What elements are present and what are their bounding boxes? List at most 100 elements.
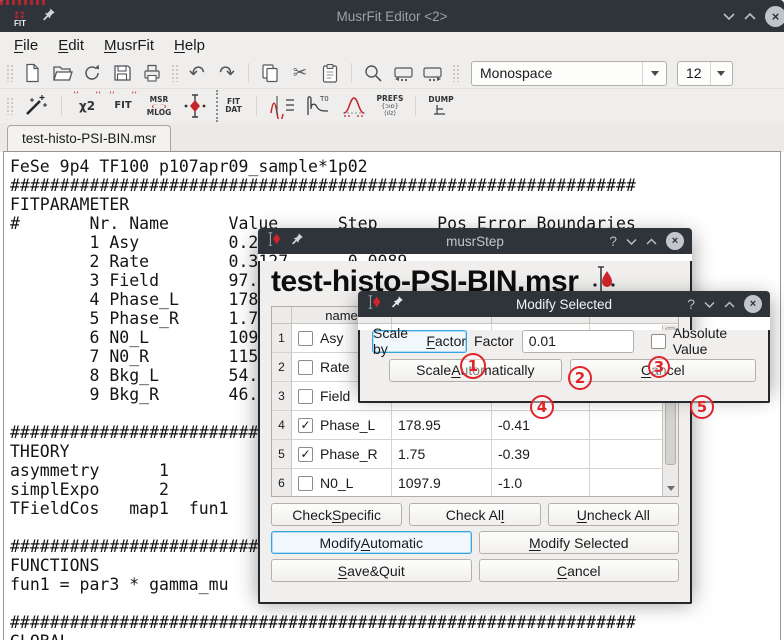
row-checkbox[interactable] <box>298 331 313 346</box>
toolbar-separator <box>248 63 249 83</box>
annotation-circle-4: 4 <box>530 395 554 419</box>
window-title: MusrFit Editor <2> <box>0 9 784 24</box>
save-icon[interactable] <box>109 60 135 86</box>
toolbar-handle[interactable] <box>6 97 13 115</box>
editor-tabbar: test-histo-PSI-BIN.msr <box>0 123 784 152</box>
pin-icon[interactable] <box>291 232 304 250</box>
scroll-down-icon[interactable] <box>663 481 678 496</box>
fourier-peak-icon[interactable] <box>339 90 369 122</box>
dump-icon[interactable]: DUMP <box>426 90 456 122</box>
param-name: N0_L <box>320 475 353 491</box>
font-size-select[interactable]: 12 <box>677 61 733 86</box>
musrt0-plot-icon[interactable]: T0 <box>303 90 333 122</box>
reload-icon[interactable] <box>79 60 105 86</box>
prefs-glyph2: ⟨ılz⟩ <box>384 110 396 117</box>
copy-icon[interactable] <box>257 60 283 86</box>
cancel-button[interactable]: Cancel <box>479 559 680 582</box>
find-next-icon[interactable] <box>390 60 416 86</box>
param-value: 1.75 <box>392 440 492 468</box>
modify-automatic-button[interactable]: Modify Automatic <box>271 531 472 554</box>
row-checkbox[interactable] <box>298 360 313 375</box>
fit-label: FIT <box>114 101 131 111</box>
close-icon[interactable]: × <box>744 295 762 313</box>
param-step: -1.0 <box>492 469 590 497</box>
modify-titlebar: Modify Selected ? × <box>358 291 770 317</box>
musrstep-titlebar: musrStep ? × <box>258 228 692 254</box>
musrfit-toolbar: ’’’’ χ2 ’’’’ FIT MSR MLOG FIT DAT T0 <box>0 88 784 123</box>
font-size-value: 12 <box>678 65 710 81</box>
table-row[interactable]: 5 ✓ Phase_R 1.75 -0.39 <box>272 440 678 469</box>
close-icon[interactable]: × <box>666 232 684 250</box>
msr-mlog-swap-icon[interactable]: MSR MLOG <box>144 90 174 122</box>
fit-dat-icon[interactable]: FIT DAT <box>216 90 246 122</box>
mlog-label: MLOG <box>147 109 172 117</box>
uncheck-all-button[interactable]: Uncheck All <box>548 503 679 526</box>
close-icon[interactable]: × <box>765 6 784 27</box>
search-icon[interactable] <box>360 60 386 86</box>
musrt0-icon[interactable] <box>180 90 210 122</box>
maximize-icon[interactable] <box>744 12 756 20</box>
param-step: -0.39 <box>492 440 590 468</box>
prefs-icon[interactable]: PREFS {ɔıɒ} ⟨ılz⟩ <box>375 90 405 122</box>
chevron-down-icon[interactable] <box>710 62 732 85</box>
row-number: 2 <box>272 353 292 381</box>
musrfit-app-icon: ⁑⁑FIT <box>8 4 32 28</box>
menu-musrfit[interactable]: MusrFit <box>94 35 164 56</box>
find-previous-icon[interactable] <box>420 60 446 86</box>
scale-by-factor-button[interactable]: Scale by Factor <box>372 330 467 353</box>
tab-test-histo-psi-bin[interactable]: test-histo-PSI-BIN.msr <box>7 125 171 152</box>
new-document-icon[interactable] <box>19 60 45 86</box>
musrview-plot-icon[interactable] <box>267 90 297 122</box>
msr-wizard-wand-icon[interactable] <box>21 90 51 122</box>
save-quit-button[interactable]: Save&Quit <box>271 559 472 582</box>
pin-icon[interactable] <box>42 7 56 26</box>
param-name: Phase_L <box>320 417 375 433</box>
annotation-circle-2: 2 <box>568 366 592 390</box>
row-number: 4 <box>272 411 292 439</box>
row-checkbox[interactable] <box>298 476 313 491</box>
open-folder-icon[interactable] <box>49 60 75 86</box>
file-toolbar: ↶ ↷ ✂ Monospace 12 <box>0 58 784 88</box>
menu-help[interactable]: Help <box>164 35 215 56</box>
minimize-icon[interactable] <box>723 12 735 20</box>
check-all-button[interactable]: Check All <box>409 503 540 526</box>
toolbar-handle[interactable] <box>6 64 13 82</box>
chevron-down-icon[interactable] <box>642 62 666 85</box>
table-row[interactable]: 6 N0_L 1097.9 -1.0 <box>272 469 678 497</box>
toolbar-handle[interactable] <box>171 64 178 82</box>
row-checkbox[interactable] <box>298 389 313 404</box>
toolbar-handle[interactable] <box>452 64 459 82</box>
help-icon[interactable]: ? <box>609 233 617 249</box>
cut-icon[interactable]: ✂ <box>287 60 313 86</box>
maximize-icon[interactable] <box>724 301 735 308</box>
maximize-icon[interactable] <box>646 238 657 245</box>
table-row[interactable]: 4 ✓ Phase_L 178.95 -0.41 <box>272 411 678 440</box>
param-value: 178.95 <box>392 411 492 439</box>
row-checkbox[interactable]: ✓ <box>298 418 313 433</box>
font-family-select[interactable]: Monospace <box>471 61 667 86</box>
row-checkbox[interactable]: ✓ <box>298 447 313 462</box>
redo-icon[interactable]: ↷ <box>214 60 240 86</box>
msr-label: MSR <box>150 96 169 104</box>
pin-icon[interactable] <box>391 295 404 313</box>
musrfit-editor-window: ⁑⁑FIT MusrFit Editor <2> × File Edit Mus… <box>0 0 784 640</box>
minimize-icon[interactable] <box>626 238 637 245</box>
help-icon[interactable]: ? <box>687 296 695 312</box>
modify-selected-button[interactable]: Modify Selected <box>479 531 680 554</box>
fit-icon[interactable]: ’’’’ FIT <box>108 90 138 122</box>
print-icon[interactable] <box>139 60 165 86</box>
modify-selected-dialog: Modify Selected ? × Scale by Factor Fact… <box>358 291 770 390</box>
undo-icon[interactable]: ↶ <box>184 60 210 86</box>
absolute-value-checkbox[interactable] <box>651 334 666 349</box>
minimize-icon[interactable] <box>704 301 715 308</box>
menubar: File Edit MusrFit Help <box>0 32 784 58</box>
factor-input[interactable] <box>522 330 634 353</box>
menu-file[interactable]: File <box>4 35 48 56</box>
toolbar-separator <box>256 96 257 116</box>
row-number: 3 <box>272 382 292 410</box>
paste-icon[interactable] <box>317 60 343 86</box>
chi2-calc-icon[interactable]: ’’’’ χ2 <box>72 90 102 122</box>
check-specific-button[interactable]: Check Specific <box>271 503 402 526</box>
svg-text:T0: T0 <box>319 95 329 103</box>
menu-edit[interactable]: Edit <box>48 35 94 56</box>
